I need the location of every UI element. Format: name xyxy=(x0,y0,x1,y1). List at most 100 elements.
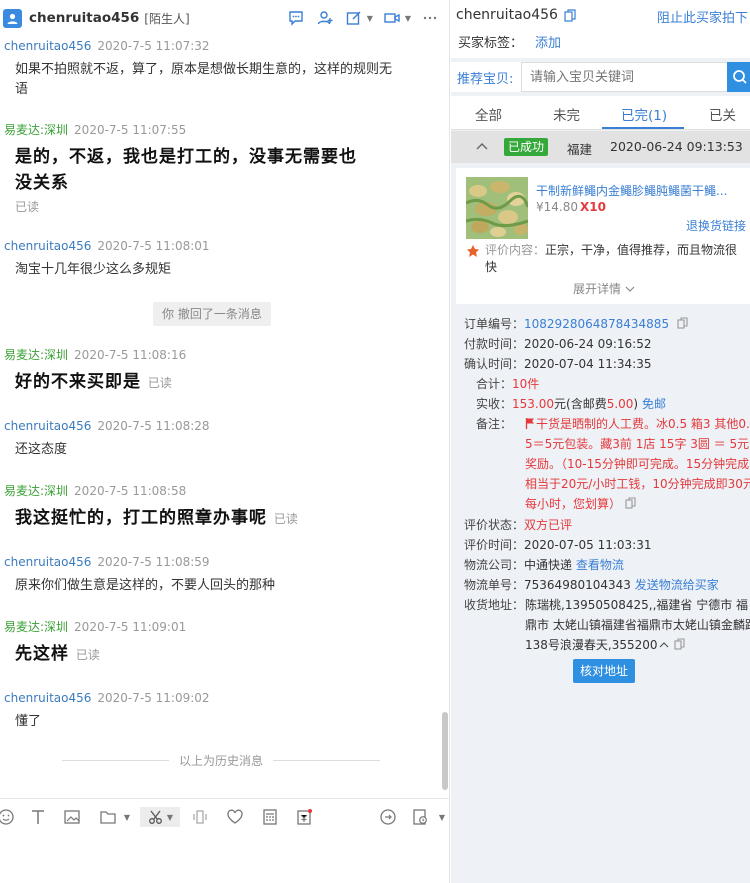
tab-all[interactable]: 全部 xyxy=(475,104,502,124)
message-text: 如果不拍照就不返，算了，原本是想做长期生意的，这样的规则无语 xyxy=(15,62,393,97)
expand-details-button[interactable]: 展开详情 xyxy=(573,280,635,297)
sender-name[interactable]: chenruitao456 xyxy=(4,555,91,569)
paid-amount: 153.00 xyxy=(512,397,554,411)
chat-pane: chenruitao456 [陌生人] ▼ ▼ chenruitao456 20… xyxy=(0,0,450,883)
paid-unit: 元 xyxy=(554,397,567,411)
sender-name[interactable]: 易麦达:深圳 xyxy=(4,123,68,137)
buyer-tag-label: 买家标签： xyxy=(458,36,524,51)
message-time: 2020-7-5 11:08:28 xyxy=(97,419,210,433)
expand-label: 展开详情 xyxy=(573,282,622,296)
buyer-name: chenruitao456 xyxy=(456,7,558,23)
order-header: 已成功 福建 2020-06-24 09:13:53 xyxy=(451,131,750,163)
message-text: 还这态度 xyxy=(15,442,68,457)
video-call-icon[interactable] xyxy=(382,8,402,28)
order-note: 干货是晒制的人工费。冰0.5 箱3 其他0.5＝5元包装。藏3前 1店 15字 … xyxy=(525,414,750,515)
block-buyer-link[interactable]: 阻止此买家拍下 xyxy=(657,7,748,26)
copy-icon[interactable] xyxy=(673,636,685,656)
paid-label: 实收： xyxy=(475,397,512,411)
contact-avatar[interactable] xyxy=(3,8,22,28)
message-text: 淘宝十几年很少这么多规矩 xyxy=(15,262,172,277)
sender-name[interactable]: 易麦达:深圳 xyxy=(4,348,68,362)
chevron-up-icon[interactable] xyxy=(658,638,670,652)
order-number-link[interactable]: 1082928064878434885 xyxy=(524,317,669,331)
chevron-down-icon[interactable]: ▼ xyxy=(367,14,373,23)
sender-name[interactable]: chenruitao456 xyxy=(4,39,91,53)
sender-name[interactable]: chenruitao456 xyxy=(4,691,91,705)
review-content: 评价内容：正宗，干净，值得推荐，而且物流很快 xyxy=(485,242,740,276)
rate-time-row: 评价时间：2020-07-05 11:03:31 xyxy=(464,535,750,555)
message-input[interactable] xyxy=(0,834,450,883)
logistics-row: 物流公司：中通快递 查看物流 xyxy=(464,555,750,575)
chat-contact-name[interactable]: chenruitao456 xyxy=(29,10,139,26)
more-icon[interactable] xyxy=(420,8,440,28)
add-contact-icon[interactable] xyxy=(315,8,335,28)
sender-name[interactable]: 易麦达:深圳 xyxy=(4,620,68,634)
review-label: 评价内容： xyxy=(485,243,546,257)
folder-icon[interactable] xyxy=(98,807,118,827)
paid-row: 实收：153.00元(含邮费5.00) 免邮 xyxy=(464,394,750,414)
item-title-link[interactable]: 干制新鲜鱦内金鱦胗鱦肫鱦菌干鱦... xyxy=(536,182,736,199)
coupon-icon[interactable] xyxy=(294,807,314,827)
recommend-search-input[interactable] xyxy=(521,62,727,92)
tab-finished[interactable]: 已完(1) xyxy=(621,104,667,124)
item-thumbnail[interactable] xyxy=(466,177,528,239)
chat-bubble-icon[interactable] xyxy=(286,8,306,28)
history-record-icon[interactable] xyxy=(410,807,430,827)
verify-address-button[interactable]: 核对地址 xyxy=(573,659,635,683)
chevron-up-icon[interactable] xyxy=(475,140,489,155)
status-badge: 已成功 xyxy=(504,138,549,156)
rate-time: 2020-07-05 11:03:31 xyxy=(524,538,652,552)
heart-icon[interactable] xyxy=(225,807,245,827)
rate-time-label: 评价时间： xyxy=(464,538,525,552)
logistics-label: 物流公司： xyxy=(464,558,525,572)
order-datetime: 2020-06-24 09:13:53 xyxy=(610,139,743,154)
scissors-icon[interactable]: ▼ xyxy=(140,807,180,827)
sender-name[interactable]: chenruitao456 xyxy=(4,419,91,433)
edit-note-icon[interactable] xyxy=(344,8,364,28)
chevron-down-icon[interactable]: ▼ xyxy=(117,807,137,827)
copy-icon[interactable] xyxy=(625,495,636,515)
address-row: 收货地址： 陈瑞桃,13950508425,,福建省 宁德市 福鼎市 太姥山镇福… xyxy=(464,595,750,657)
emoji-icon[interactable] xyxy=(0,807,16,827)
message-list[interactable]: chenruitao456 2020-7-5 11:07:32 如果不拍照就不返，… xyxy=(0,36,450,798)
message: 易麦达:深圳 2020-7-5 11:08:58 我这挺忙的，打工的照章办事呢 已… xyxy=(0,483,440,532)
refund-link[interactable]: 退换货链接 xyxy=(686,217,746,234)
sender-name[interactable]: 易麦达:深圳 xyxy=(4,484,68,498)
contact-tag: [陌生人] xyxy=(144,11,190,26)
view-logistics-link[interactable]: 查看物流 xyxy=(576,558,624,572)
item-price: ¥14.80 X10 xyxy=(536,200,606,214)
search-icon[interactable] xyxy=(727,62,750,92)
font-icon[interactable] xyxy=(28,807,48,827)
chat-scrollbar[interactable] xyxy=(442,712,448,790)
send-logistics-link[interactable]: 发送物流给买家 xyxy=(635,578,719,592)
order-region: 福建 xyxy=(567,142,593,157)
recommend-bar: 推荐宝贝: xyxy=(451,62,750,92)
confirm-time-label: 确认时间： xyxy=(464,357,525,371)
chat-header: chenruitao456 [陌生人] ▼ ▼ xyxy=(0,0,450,36)
active-tab-indicator xyxy=(602,127,684,129)
add-tag-link[interactable]: 添加 xyxy=(535,32,561,51)
address-label: 收货地址： xyxy=(464,598,525,612)
image-icon[interactable] xyxy=(62,807,82,827)
note-label: 备注： xyxy=(475,417,512,431)
logistics-company: 中通快递 xyxy=(524,558,573,572)
copy-icon[interactable] xyxy=(677,315,688,335)
tab-unfinished[interactable]: 未完 xyxy=(553,104,580,124)
vibrate-icon[interactable] xyxy=(190,807,210,827)
message-content: 先这样 xyxy=(15,644,69,664)
shipping-fee: 5.00 xyxy=(606,397,634,411)
item-card: 干制新鲜鱦内金鱦胗鱦肫鱦菌干鱦... ¥14.80 X10 退换货链接 评价内容：… xyxy=(456,168,750,304)
quick-reply-icon[interactable] xyxy=(378,807,398,827)
sender-name[interactable]: chenruitao456 xyxy=(4,239,91,253)
free-shipping-link[interactable]: 免邮 xyxy=(642,397,666,411)
shipping-prefix: (含邮费 xyxy=(566,397,607,411)
tab-closed[interactable]: 已关 xyxy=(709,104,736,124)
order-note-row: 备注： 干货是晒制的人工费。冰0.5 箱3 其他0.5＝5元包装。藏3前 1店 … xyxy=(464,414,750,514)
chevron-down-icon[interactable]: ▼ xyxy=(405,14,411,23)
message: chenruitao456 2020-7-5 11:09:02 懂了 xyxy=(0,690,440,732)
calculator-icon[interactable] xyxy=(260,807,280,827)
order-tabs: 全部 未完 已完(1) 已关 xyxy=(451,96,750,130)
pay-time-label: 付款时间： xyxy=(464,337,525,351)
copy-icon[interactable] xyxy=(564,9,576,25)
chevron-down-icon[interactable]: ▼ xyxy=(432,807,452,827)
